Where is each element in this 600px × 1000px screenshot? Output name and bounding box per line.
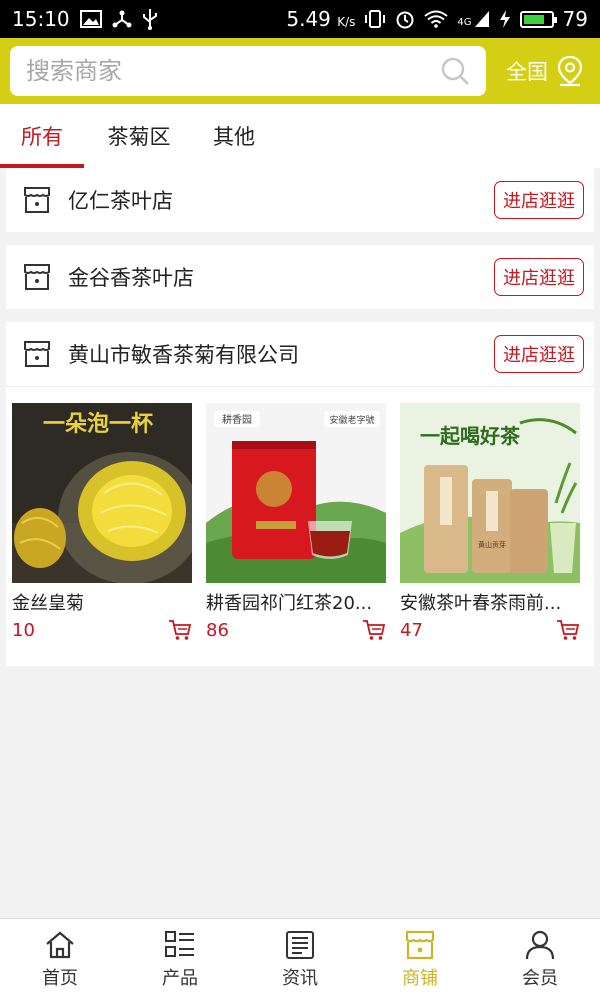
alarm-icon bbox=[396, 11, 414, 29]
usb-icon bbox=[142, 9, 157, 30]
wifi-icon bbox=[424, 10, 449, 28]
enter-shop-button[interactable]: 进店逛逛 bbox=[494, 181, 584, 219]
product-card[interactable]: 一朵泡一杯 金丝皇菊 10 bbox=[12, 403, 206, 641]
product-image-caption: 一朵泡一杯 bbox=[43, 411, 153, 437]
status-bar: 15:10 5.49 K/s 4G 79 bbox=[0, 0, 600, 38]
signal-icon bbox=[474, 11, 489, 27]
news-icon bbox=[286, 930, 314, 959]
shop-card[interactable]: 金谷香茶叶店 进店逛逛 bbox=[6, 245, 594, 309]
vibrate-icon bbox=[365, 10, 386, 28]
shop-icon bbox=[405, 930, 435, 959]
product-image[interactable]: 一起喝好茶 黄山贡芽 bbox=[400, 403, 580, 583]
product-image[interactable]: 耕香园 安徽老字號 bbox=[206, 403, 386, 583]
enter-shop-button[interactable]: 进店逛逛 bbox=[494, 335, 584, 373]
category-tabs: 所有 茶菊区 其他 bbox=[0, 104, 600, 168]
product-card[interactable]: 耕香园 安徽老字號 耕香园祁门红茶20... 86 bbox=[206, 403, 400, 641]
battery-icon bbox=[519, 10, 557, 28]
cart-icon[interactable] bbox=[168, 619, 192, 641]
nav-home[interactable]: 首页 bbox=[0, 919, 120, 1000]
shop-name[interactable]: 亿仁茶叶店 bbox=[68, 185, 494, 215]
tab-other[interactable]: 其他 bbox=[194, 104, 274, 168]
shop-header: 亿仁茶叶店 进店逛逛 bbox=[6, 168, 594, 232]
product-image-brand: 耕香园 bbox=[222, 413, 252, 426]
shop-card[interactable]: 黄山市敏香茶菊有限公司 进店逛逛 一朵泡一杯 金丝皇菊 10 耕香园 安徽老字號… bbox=[6, 322, 594, 666]
tab-tea-chrysanthemum[interactable]: 茶菊区 bbox=[84, 104, 194, 168]
search-icon[interactable] bbox=[440, 56, 470, 86]
charging-icon bbox=[499, 10, 510, 28]
store-icon bbox=[24, 187, 50, 213]
signal-indicator: 4G bbox=[457, 10, 489, 28]
battery-percent: 79 bbox=[562, 7, 588, 31]
product-name: 安徽茶叶春茶雨前... bbox=[400, 593, 562, 614]
top-header: 全国 bbox=[0, 38, 600, 104]
region-label: 全国 bbox=[506, 60, 548, 84]
cart-icon[interactable] bbox=[556, 619, 580, 641]
product-list: 一朵泡一杯 金丝皇菊 10 耕香园 安徽老字號 耕香园祁门红茶20... 86 … bbox=[6, 386, 594, 641]
nav-member[interactable]: 会员 bbox=[480, 919, 600, 1000]
product-price: 10 bbox=[12, 619, 35, 641]
product-card[interactable]: 一起喝好茶 黄山贡芽 安徽茶叶春茶雨前... 47 bbox=[400, 403, 594, 641]
product-image[interactable]: 一朵泡一杯 bbox=[12, 403, 192, 583]
shop-name[interactable]: 金谷香茶叶店 bbox=[68, 262, 494, 292]
network-speed: 5.49 K/s bbox=[286, 7, 356, 31]
product-image-label: 黄山贡芽 bbox=[478, 540, 506, 549]
home-icon bbox=[46, 931, 74, 958]
gallery-icon bbox=[79, 10, 102, 28]
store-icon bbox=[24, 341, 50, 367]
product-image-label: 安徽老字號 bbox=[329, 414, 374, 426]
nav-shops[interactable]: 商铺 bbox=[360, 919, 480, 1000]
nav-products[interactable]: 产品 bbox=[120, 919, 240, 1000]
cart-icon[interactable] bbox=[362, 619, 386, 641]
product-list-icon bbox=[165, 930, 194, 957]
search-bar[interactable] bbox=[10, 46, 486, 96]
search-input[interactable] bbox=[26, 57, 440, 85]
product-image-caption: 一起喝好茶 bbox=[420, 424, 521, 448]
shop-header: 黄山市敏香茶菊有限公司 进店逛逛 bbox=[6, 322, 594, 386]
shop-card[interactable]: 亿仁茶叶店 进店逛逛 bbox=[6, 168, 594, 232]
region-selector[interactable]: 全国 bbox=[506, 55, 584, 87]
shop-header: 金谷香茶叶店 进店逛逛 bbox=[6, 245, 594, 309]
bottom-navigation: 首页 产品 资讯 商铺 会员 bbox=[0, 918, 600, 1000]
share-icon bbox=[112, 10, 132, 28]
store-icon bbox=[24, 264, 50, 290]
location-pin-icon bbox=[557, 55, 583, 87]
clock: 15:10 bbox=[12, 7, 70, 31]
shop-name[interactable]: 黄山市敏香茶菊有限公司 bbox=[68, 339, 494, 369]
member-icon bbox=[525, 930, 555, 959]
enter-shop-button[interactable]: 进店逛逛 bbox=[494, 258, 584, 296]
product-price: 47 bbox=[400, 619, 423, 641]
product-name: 耕香园祁门红茶20... bbox=[206, 593, 373, 614]
product-price: 86 bbox=[206, 619, 229, 641]
nav-news[interactable]: 资讯 bbox=[240, 919, 360, 1000]
tab-all[interactable]: 所有 bbox=[0, 104, 84, 168]
product-name: 金丝皇菊 bbox=[12, 593, 84, 614]
